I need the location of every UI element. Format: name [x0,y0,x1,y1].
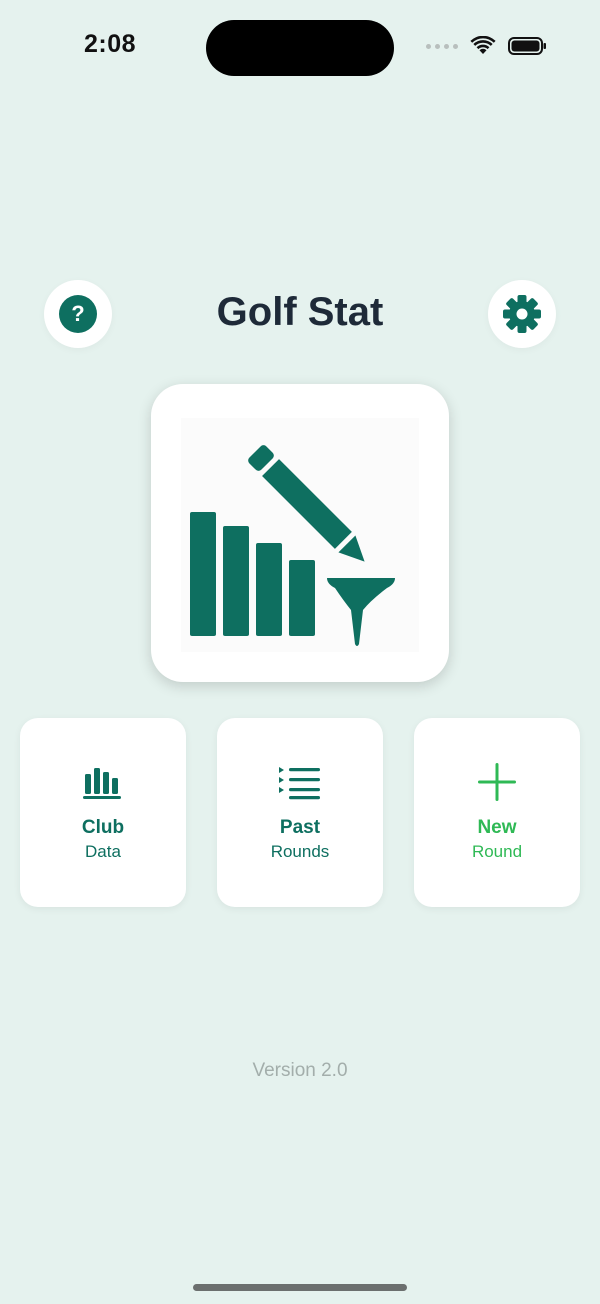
dynamic-island [206,20,394,76]
settings-button[interactable] [488,280,556,348]
wifi-icon [470,36,496,54]
status-time: 2:08 [84,30,137,58]
past-rounds-button[interactable]: Past Rounds [217,718,383,907]
cellular-signal-icon [426,43,458,49]
card-subtitle: Data [85,842,121,861]
plus-icon [414,763,580,806]
card-title: New [477,817,517,838]
club-data-button[interactable]: Club Data [20,718,186,907]
gear-icon [503,295,541,333]
card-title: Club [81,817,125,838]
home-indicator[interactable] [193,1284,407,1291]
new-round-button[interactable]: New Round [414,718,580,907]
card-subtitle: Rounds [270,842,330,861]
bar-chart-pencil-golf-tee-logo [190,445,395,646]
card-subtitle: Round [471,842,523,861]
home-screen: 2:08 ? Golf Stat Club Data Past Rounds N… [0,0,600,1304]
list-icon [217,766,383,806]
card-title: Past [279,817,321,838]
bar-chart-icon [20,766,186,806]
version-label: Version 2.0 [252,1060,348,1081]
status-icons [426,36,548,56]
app-logo-card [151,384,449,682]
battery-icon [508,37,546,55]
app-logo [181,418,419,652]
